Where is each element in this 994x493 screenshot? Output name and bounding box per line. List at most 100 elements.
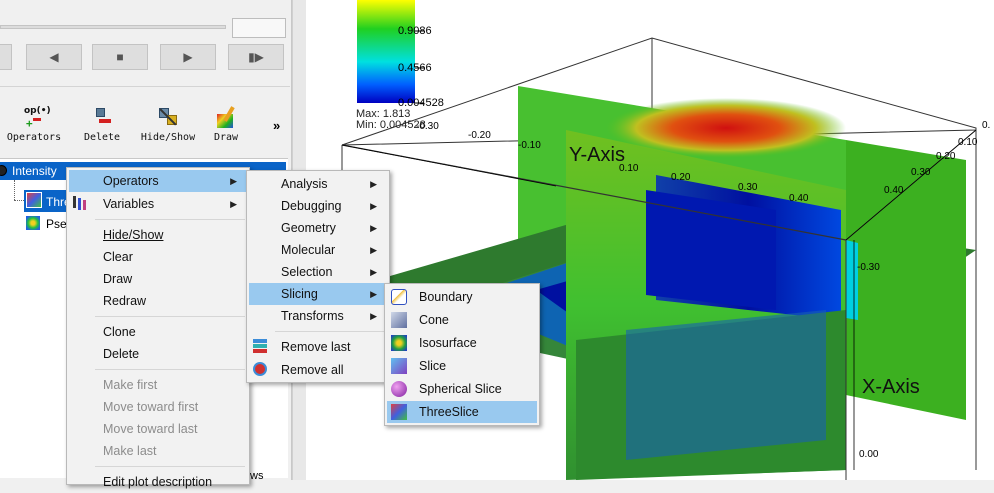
operators-submenu: Analysis ▶ Debugging ▶ Geometry ▶ Molecular… bbox=[246, 170, 390, 383]
menu-item-redraw[interactable]: Redraw bbox=[69, 290, 247, 312]
slice-icon bbox=[391, 358, 407, 374]
tree-line bbox=[14, 180, 15, 200]
menu-item-analysis[interactable]: Analysis ▶ bbox=[249, 173, 387, 195]
menu-item-threeslice[interactable]: ThreeSlice bbox=[387, 401, 537, 423]
operators-icon: op(•) + bbox=[24, 106, 51, 130]
menu-item-remove-last[interactable]: Remove last bbox=[249, 336, 387, 358]
menu-separator bbox=[95, 466, 245, 467]
x-tick: 0.30 bbox=[911, 167, 931, 178]
toolbar-divider bbox=[0, 86, 290, 87]
menu-item-slice[interactable]: Slice bbox=[387, 355, 537, 377]
isosurface-icon bbox=[391, 335, 407, 351]
cone-icon bbox=[391, 312, 407, 328]
menu-item-spherical-slice[interactable]: Spherical Slice bbox=[387, 378, 537, 400]
hide-show-label: Hide/Show bbox=[140, 132, 196, 143]
draw-button[interactable]: Draw bbox=[204, 106, 248, 150]
toolbar-overflow-button[interactable]: » bbox=[273, 118, 280, 133]
menu-item-move-toward-last: Move toward last bbox=[103, 422, 198, 436]
menu-separator bbox=[95, 219, 245, 220]
partial-label: ws bbox=[250, 470, 264, 482]
y-tick: 0.20 bbox=[671, 172, 691, 183]
menu-item-geometry[interactable]: Geometry ▶ bbox=[249, 217, 387, 239]
submenu-arrow-icon: ▶ bbox=[230, 198, 237, 209]
menu-item-cone[interactable]: Cone bbox=[387, 309, 537, 331]
hide-show-button[interactable]: Hide/Show bbox=[136, 106, 200, 150]
menu-item-selection[interactable]: Selection ▶ bbox=[249, 261, 387, 283]
draw-icon bbox=[215, 106, 237, 128]
step-forward-button[interactable]: ▮▶ bbox=[228, 44, 284, 70]
menu-separator bbox=[95, 316, 245, 317]
tree-line bbox=[14, 200, 24, 201]
delete-icon bbox=[91, 106, 113, 128]
menu-item-draw[interactable]: Draw bbox=[69, 268, 247, 290]
menu-item-debugging[interactable]: Debugging ▶ bbox=[249, 195, 387, 217]
y-tick: 0.30 bbox=[738, 182, 758, 193]
submenu-arrow-icon: ▶ bbox=[370, 200, 377, 211]
threeslice-icon bbox=[391, 404, 407, 420]
y-tick: -0.20 bbox=[468, 130, 491, 141]
legend-tick: 0.9086 bbox=[398, 25, 432, 37]
menu-item-molecular[interactable]: Molecular ▶ bbox=[249, 239, 387, 261]
menu-item-clone[interactable]: Clone bbox=[69, 321, 247, 343]
spherical-slice-icon bbox=[391, 381, 407, 397]
x-tick: 0.40 bbox=[884, 185, 904, 196]
menu-item-boundary[interactable]: Boundary bbox=[387, 286, 537, 308]
x-axis-title: X-Axis bbox=[862, 376, 920, 398]
menu-item-hide-show[interactable]: Hide/Show bbox=[69, 224, 247, 246]
y-tick: 0.40 bbox=[789, 193, 809, 204]
legend-tick: 0.4566 bbox=[398, 62, 432, 74]
pseudocolor-icon bbox=[26, 216, 40, 230]
menu-item-isosurface[interactable]: Isosurface bbox=[387, 332, 537, 354]
x-tick: 0.10 bbox=[958, 137, 978, 148]
menu-item-move-toward-first: Move toward first bbox=[103, 400, 199, 414]
z-tick: -0.30 bbox=[857, 262, 880, 273]
submenu-arrow-icon: ▶ bbox=[370, 310, 377, 321]
y-tick: -0.30 bbox=[416, 121, 439, 132]
submenu-arrow-icon: ▶ bbox=[230, 175, 237, 186]
y-tick: -0.10 bbox=[518, 140, 541, 151]
stop-button[interactable]: ■ bbox=[92, 44, 148, 70]
time-slider[interactable] bbox=[0, 25, 226, 29]
submenu-arrow-icon: ▶ bbox=[370, 266, 377, 277]
plot-context-menu: op(•) + Operators▶ Variables▶ Hide/Show … bbox=[66, 167, 250, 489]
play-icon: ▶ bbox=[183, 50, 193, 64]
menu-item-edit-plot-description[interactable]: Edit plot description bbox=[69, 471, 247, 493]
submenu-arrow-icon: ▶ bbox=[370, 178, 377, 189]
hide-show-icon bbox=[157, 106, 179, 128]
step-forward-icon: ▮▶ bbox=[248, 50, 264, 64]
plot-name: Intensity bbox=[12, 164, 57, 178]
draw-label: Draw bbox=[213, 132, 239, 143]
submenu-arrow-icon: ▶ bbox=[370, 222, 377, 233]
z-tick: 0.00 bbox=[859, 449, 879, 460]
plot-type: Pse bbox=[46, 217, 67, 231]
menu-separator bbox=[95, 369, 245, 370]
delete-label: Delete bbox=[83, 132, 121, 143]
color-legend-bar bbox=[357, 0, 415, 103]
submenu-arrow-icon: ▶ bbox=[370, 288, 377, 299]
submenu-arrow-icon: ▶ bbox=[370, 244, 377, 255]
menu-item-variables[interactable]: Variables ▶ bbox=[69, 193, 247, 215]
menu-item-transforms[interactable]: Transforms ▶ bbox=[249, 305, 387, 327]
delete-button[interactable]: Delete bbox=[76, 106, 128, 150]
menu-item-operators[interactable]: Operators ▶ bbox=[69, 170, 247, 192]
y-axis-title: Y-Axis bbox=[569, 144, 625, 166]
menu-item-clear[interactable]: Clear bbox=[69, 246, 247, 268]
expand-icon bbox=[0, 165, 7, 176]
boundary-icon bbox=[391, 289, 407, 305]
menu-item-make-last: Make last bbox=[103, 444, 157, 458]
x-tick-partial: 0. bbox=[982, 120, 991, 131]
menu-item-delete[interactable]: Delete bbox=[69, 343, 247, 365]
time-button-first[interactable] bbox=[0, 44, 12, 70]
operators-button[interactable]: op(•) + Operators bbox=[2, 106, 66, 150]
reverse-play-button[interactable]: ◀ bbox=[26, 44, 82, 70]
slicing-submenu: Boundary Cone Isosurface Slice Spherical… bbox=[384, 283, 540, 426]
operators-label: Operators bbox=[6, 132, 62, 143]
menu-item-remove-all[interactable]: Remove all bbox=[249, 359, 387, 381]
stop-icon: ■ bbox=[116, 50, 124, 64]
menu-item-slicing[interactable]: Slicing ▶ bbox=[249, 283, 387, 305]
play-button[interactable]: ▶ bbox=[160, 44, 216, 70]
threeslice-icon bbox=[26, 192, 42, 208]
menu-separator bbox=[275, 331, 385, 332]
x-tick: 0.20 bbox=[936, 151, 956, 162]
time-state-field[interactable] bbox=[232, 18, 286, 38]
